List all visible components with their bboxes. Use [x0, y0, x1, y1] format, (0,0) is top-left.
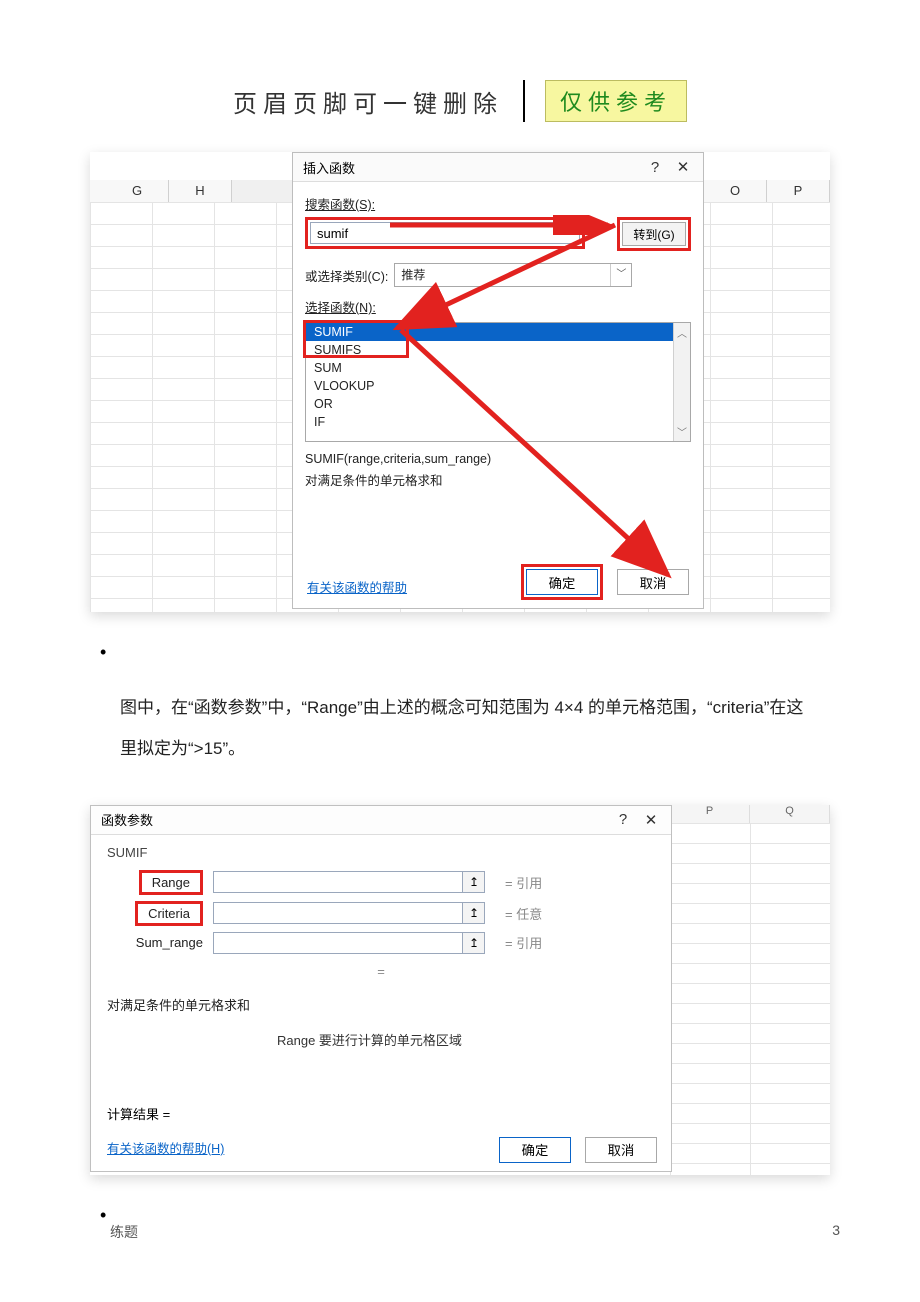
page-footer: 练题 3 [110, 1222, 840, 1242]
dialog-title: 插入函数 [303, 158, 641, 177]
sumrange-eq: = 引用 [505, 933, 542, 952]
collapse-dialog-icon[interactable]: ↥ [463, 871, 485, 893]
sum-range-input[interactable] [213, 932, 463, 954]
function-description: 对满足条件的单元格求和 [107, 995, 655, 1014]
page-title: 页眉页脚可一键删除 [233, 80, 503, 122]
search-function-label: 搜索函数(S): [305, 194, 691, 213]
param-label-sumrange: Sum_range [136, 935, 203, 950]
chevron-down-icon[interactable]: ﹀ [677, 424, 687, 439]
col-h[interactable]: H [169, 180, 232, 202]
dialog-titlebar: 函数参数 ? ✕ [91, 806, 671, 835]
category-value: 推荐 [401, 268, 425, 282]
help-icon[interactable]: ? [609, 811, 637, 828]
function-signature: SUMIF(range,criteria,sum_range) [305, 452, 691, 466]
sheet-grid [670, 823, 830, 1175]
list-item[interactable]: SUM [306, 359, 690, 377]
function-listbox[interactable]: SUMIF SUMIFS SUM VLOOKUP OR IF ︿ ﹀ [305, 322, 691, 442]
scrollbar[interactable]: ︿ ﹀ [673, 323, 690, 441]
search-highlight [305, 217, 585, 249]
category-label: 或选择类别(C): [305, 266, 388, 285]
ok-button[interactable]: 确定 [526, 569, 598, 595]
col-o[interactable]: O [704, 180, 767, 202]
page-number: 3 [832, 1222, 840, 1242]
result-placeholder-eq: = [107, 964, 655, 979]
chevron-down-icon: ﹀ [610, 264, 631, 286]
chevron-up-icon[interactable]: ︿ [677, 325, 687, 340]
range-eq: = 引用 [505, 873, 542, 892]
criteria-eq: = 任意 [505, 904, 542, 923]
function-arguments-dialog: 函数参数 ? ✕ SUMIF Range ↥ = 引用 [90, 805, 672, 1172]
col-q[interactable]: Q [750, 805, 830, 823]
dialog-titlebar: 插入函数 ? ✕ [293, 153, 703, 182]
footer-left: 练题 [110, 1222, 138, 1242]
param-label-criteria: Criteria [135, 901, 203, 926]
bullet: • [100, 642, 850, 663]
search-input[interactable] [310, 222, 580, 244]
category-select[interactable]: 推荐 ﹀ [394, 263, 632, 287]
cancel-button[interactable]: 取消 [617, 569, 689, 595]
reference-only-badge: 仅供参考 [545, 80, 687, 122]
body-text: 图中，在“函数参数”中，“Range”由上述的概念可知范围为 4×4 的单元格范… [120, 688, 815, 770]
list-item[interactable]: SUMIFS [306, 341, 690, 359]
param-range-row: Range ↥ = 引用 [107, 870, 655, 895]
go-button[interactable]: 转到(G) [622, 222, 686, 246]
param-criteria-row: Criteria ↥ = 任意 [107, 901, 655, 926]
list-item[interactable]: VLOOKUP [306, 377, 690, 395]
col-g[interactable]: G [106, 180, 169, 202]
result-label: 计算结果 = [107, 1104, 170, 1123]
function-description: 对满足条件的单元格求和 [305, 470, 691, 489]
ok-button[interactable]: 确定 [499, 1137, 571, 1163]
function-name: SUMIF [107, 845, 655, 860]
close-icon[interactable]: ✕ [637, 811, 665, 829]
list-item[interactable]: SUMIF [306, 323, 690, 341]
select-function-label: 选择函数(N): [305, 297, 691, 316]
close-icon[interactable]: ✕ [669, 158, 697, 176]
criteria-input[interactable] [213, 902, 463, 924]
figure-insert-function: G H O P 插入函数 ? ✕ 搜索函数(S): [90, 152, 830, 612]
col-p[interactable]: P [767, 180, 830, 202]
param-label-range: Range [139, 870, 203, 895]
sheet-column-headers: P Q [670, 805, 830, 824]
range-input[interactable] [213, 871, 463, 893]
dialog-title: 函数参数 [101, 810, 609, 829]
figure-function-arguments: P Q 函数参数 ? ✕ SUMIF Range ↥ [90, 805, 830, 1175]
cancel-button[interactable]: 取消 [585, 1137, 657, 1163]
header-divider [523, 80, 525, 122]
list-item[interactable]: OR [306, 395, 690, 413]
ok-button-highlight: 确定 [521, 564, 603, 600]
help-link[interactable]: 有关该函数的帮助 [307, 577, 407, 596]
param-hint: Range 要进行计算的单元格区域 [277, 1030, 655, 1049]
list-item[interactable]: IF [306, 413, 690, 431]
insert-function-dialog: 插入函数 ? ✕ 搜索函数(S): 转到(G) 或选择类别(C): [292, 152, 704, 609]
help-icon[interactable]: ? [641, 159, 669, 176]
go-button-highlight: 转到(G) [617, 217, 691, 251]
collapse-dialog-icon[interactable]: ↥ [463, 902, 485, 924]
col-p[interactable]: P [670, 805, 750, 823]
collapse-dialog-icon[interactable]: ↥ [463, 932, 485, 954]
help-link[interactable]: 有关该函数的帮助(H) [107, 1138, 224, 1157]
document-header: 页眉页脚可一键删除 仅供参考 [70, 80, 850, 122]
param-sumrange-row: Sum_range ↥ = 引用 [107, 932, 655, 954]
